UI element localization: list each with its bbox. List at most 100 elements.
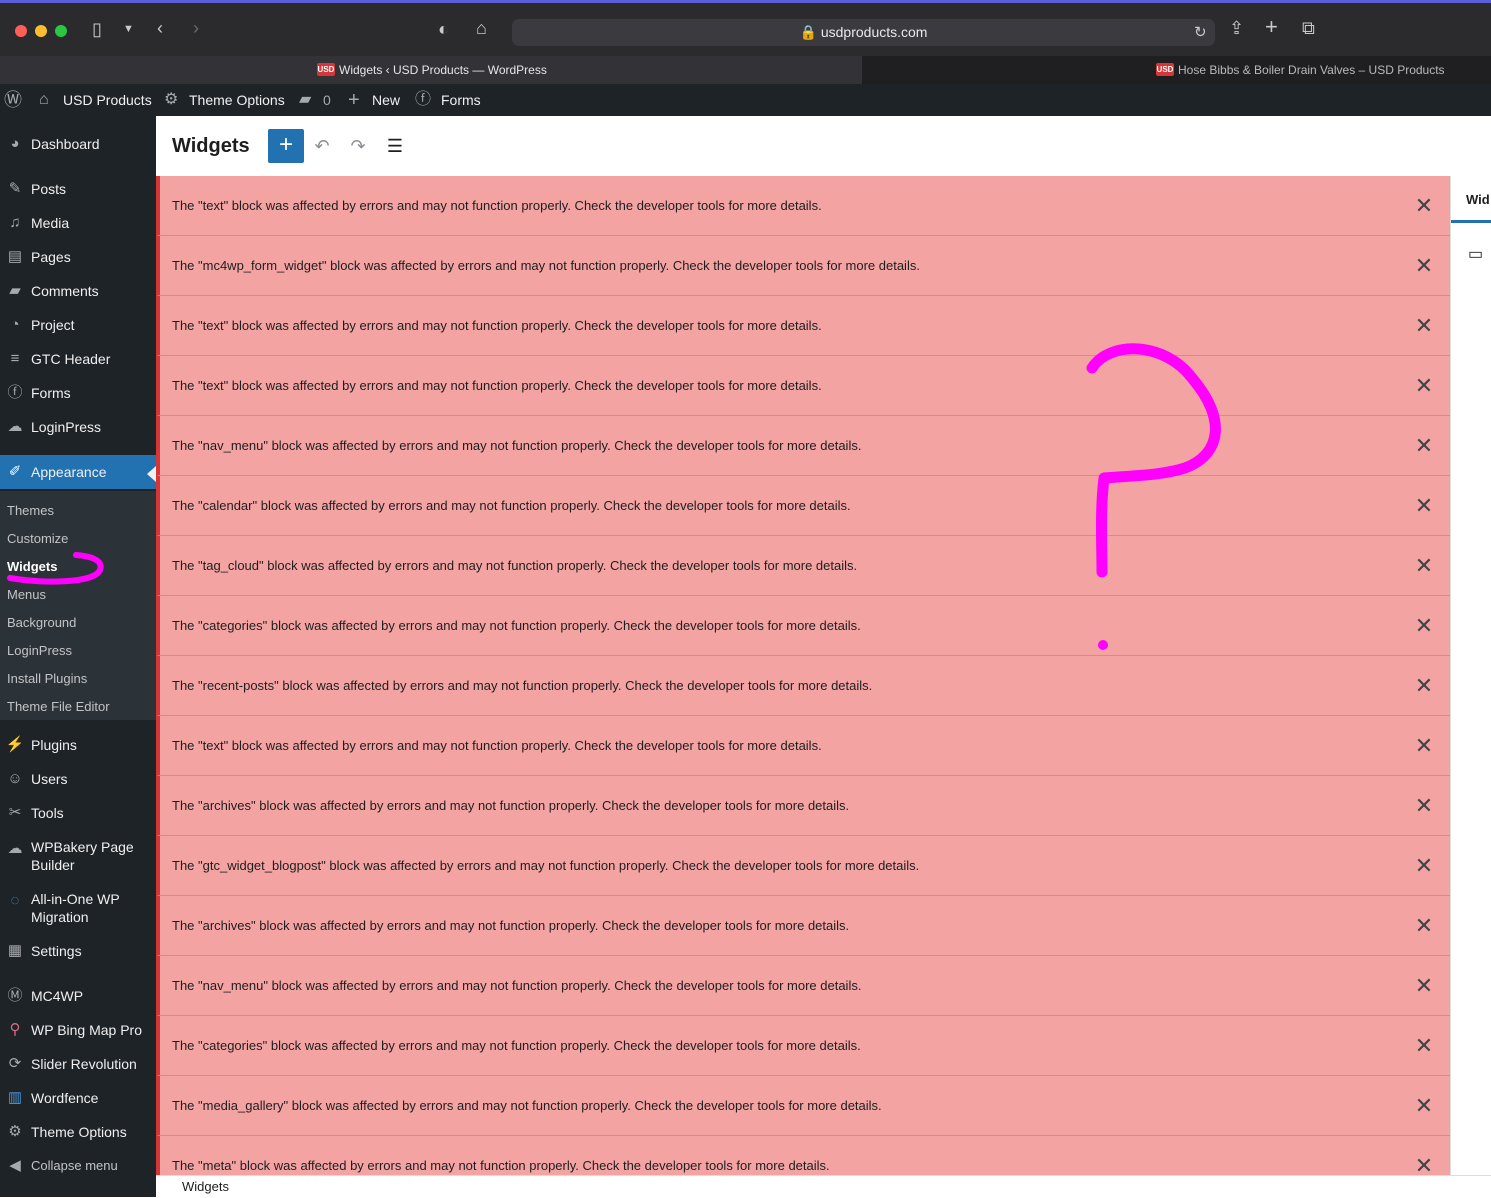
sidebar-item-label: Comments bbox=[31, 283, 99, 299]
close-icon[interactable]: ✕ bbox=[1412, 776, 1436, 835]
home-icon[interactable]: ⌂ bbox=[476, 18, 487, 38]
plus-icon[interactable]: + bbox=[1265, 16, 1278, 38]
close-icon[interactable]: ✕ bbox=[1412, 1076, 1436, 1135]
submenu-item-menus[interactable]: Menus bbox=[7, 581, 46, 609]
undo-icon[interactable]: ↶ bbox=[310, 129, 334, 163]
sidebar-item-label: WPBakery Page bbox=[31, 839, 134, 855]
sidebar-item-label: Media bbox=[31, 215, 70, 231]
close-icon[interactable]: ✕ bbox=[1412, 416, 1436, 475]
close-icon[interactable]: ✕ bbox=[1412, 596, 1436, 655]
share-icon[interactable]: ⇪ bbox=[1229, 18, 1244, 38]
sidebar-item-project[interactable]: ◔ Project bbox=[0, 308, 156, 342]
redo-icon[interactable]: ↷ bbox=[346, 129, 370, 163]
sidebar-item-mc4wp[interactable]: Ⓜ MC4WP bbox=[0, 979, 156, 1013]
tab-title: Widgets ‹ USD Products — WordPress bbox=[339, 63, 547, 77]
error-notice: The "text" block was affected by errors … bbox=[156, 356, 1450, 416]
sidebar-item-label: Builder bbox=[31, 857, 75, 873]
sidebar-item-users[interactable]: ☺ Users bbox=[0, 762, 156, 796]
close-window-button[interactable] bbox=[15, 25, 27, 37]
tab-widget-areas[interactable]: Wid bbox=[1466, 192, 1490, 207]
sidebar-item-wp-bing-map-pro[interactable]: ⚲ WP Bing Map Pro bbox=[0, 1013, 156, 1047]
sidebar-item-pages[interactable]: ▤ Pages bbox=[0, 240, 156, 274]
close-icon[interactable]: ✕ bbox=[1412, 296, 1436, 355]
sidebar-item-label: Pages bbox=[31, 249, 71, 265]
error-notice: The "text" block was affected by errors … bbox=[156, 176, 1450, 236]
sidebar-item-label: Users bbox=[31, 771, 68, 787]
migration-icon: ◌ bbox=[10, 892, 20, 909]
close-icon[interactable]: ✕ bbox=[1412, 836, 1436, 895]
active-tab-indicator bbox=[1451, 220, 1491, 223]
submenu-item-install-plugins[interactable]: Install Plugins bbox=[7, 665, 87, 693]
sidebar-item-slider-revolution[interactable]: ⟳ Slider Revolution bbox=[0, 1047, 156, 1081]
plus-icon: + bbox=[348, 89, 360, 111]
list-view-icon[interactable]: ☰ bbox=[383, 129, 407, 163]
sidebar-item-label: Dashboard bbox=[31, 136, 100, 152]
close-icon[interactable]: ✕ bbox=[1412, 236, 1436, 295]
sidebar-item-theme-options[interactable]: ⚙ Theme Options bbox=[0, 1115, 156, 1149]
submenu-item-themes[interactable]: Themes bbox=[7, 497, 54, 525]
close-icon[interactable]: ✕ bbox=[1412, 1136, 1436, 1175]
sidebar-item-wordfence[interactable]: ▥ Wordfence bbox=[0, 1081, 156, 1115]
close-icon[interactable]: ✕ bbox=[1412, 896, 1436, 955]
reload-icon[interactable]: ↻ bbox=[1194, 23, 1207, 43]
close-icon[interactable]: ✕ bbox=[1412, 716, 1436, 775]
sidebar-item-settings[interactable]: ▦ Settings bbox=[0, 934, 156, 968]
close-icon[interactable]: ✕ bbox=[1412, 176, 1436, 235]
sidebar-item-plugins[interactable]: ⚡ Plugins bbox=[0, 728, 156, 762]
sidebar-item-appearance[interactable]: ✐ Appearance bbox=[0, 455, 156, 489]
sidebar-item-posts[interactable]: ✎ Posts bbox=[0, 172, 156, 206]
close-icon[interactable]: ✕ bbox=[1412, 956, 1436, 1015]
current-menu-arrow bbox=[147, 466, 156, 482]
forms-icon: ⓕ bbox=[7, 384, 23, 401]
user-icon: ☺ bbox=[7, 770, 23, 787]
tab-hose-bibbs[interactable]: USD Hose Bibbs & Boiler Drain Valves – U… bbox=[863, 56, 1491, 84]
sidebar-item-loginpress[interactable]: ☁ LoginPress bbox=[0, 410, 156, 444]
sidebar-item-label: Appearance bbox=[31, 464, 107, 480]
sidebar-icon[interactable]: ▯ bbox=[92, 19, 102, 39]
notice-text: The "nav_menu" block was affected by err… bbox=[172, 438, 862, 453]
back-icon[interactable]: ‹ bbox=[157, 18, 163, 38]
shield-icon[interactable]: ◐ bbox=[438, 19, 449, 39]
sidebar-item-wpbakery[interactable]: ☁ WPBakery Page Builder bbox=[0, 838, 156, 878]
notice-text: The "meta" block was affected by errors … bbox=[172, 1158, 830, 1173]
close-icon[interactable]: ✕ bbox=[1412, 656, 1436, 715]
sidebar-item-tools[interactable]: ✂ Tools bbox=[0, 796, 156, 830]
address-bar[interactable]: 🔒 usdproducts.com ↻ bbox=[512, 19, 1215, 46]
sidebar-item-media[interactable]: ♫ Media bbox=[0, 206, 156, 240]
submenu-item-loginpress[interactable]: LoginPress bbox=[7, 637, 72, 665]
tabs-icon[interactable]: ⧉ bbox=[1302, 18, 1315, 38]
close-icon[interactable]: ✕ bbox=[1412, 476, 1436, 535]
error-notice: The "archives" block was affected by err… bbox=[156, 896, 1450, 956]
sidebar-item-label: Migration bbox=[31, 909, 89, 925]
submenu-item-background[interactable]: Background bbox=[7, 609, 76, 637]
breadcrumb[interactable]: Widgets bbox=[182, 1176, 229, 1198]
new-content-link[interactable]: New bbox=[372, 84, 400, 116]
submenu-item-customize[interactable]: Customize bbox=[7, 525, 68, 553]
add-block-button[interactable]: + bbox=[268, 129, 304, 163]
collapse-menu-button[interactable]: ◀ Collapse menu bbox=[0, 1149, 156, 1183]
chevron-down-icon[interactable]: ▼ bbox=[123, 19, 134, 39]
site-name-link[interactable]: USD Products bbox=[63, 84, 152, 116]
close-icon[interactable]: ✕ bbox=[1412, 536, 1436, 595]
gear-icon: ⚙ bbox=[8, 1123, 22, 1140]
error-notice: The "gtc_widget_blogpost" block was affe… bbox=[156, 836, 1450, 896]
tab-widgets[interactable]: USD Widgets ‹ USD Products — WordPress bbox=[0, 56, 862, 84]
minimize-window-button[interactable] bbox=[35, 25, 47, 37]
sidebar-item-comments[interactable]: ▰ Comments bbox=[0, 274, 156, 308]
sidebar-item-forms[interactable]: ⓕ Forms bbox=[0, 376, 156, 410]
submenu-item-theme-file-editor[interactable]: Theme File Editor bbox=[7, 693, 110, 721]
close-icon[interactable]: ✕ bbox=[1412, 356, 1436, 415]
submenu-item-widgets[interactable]: Widgets bbox=[7, 553, 57, 581]
close-icon[interactable]: ✕ bbox=[1412, 1016, 1436, 1075]
sidebar-item-all-in-one-migration[interactable]: ◌ All-in-One WP Migration bbox=[0, 890, 156, 930]
error-notice: The "tag_cloud" block was affected by er… bbox=[156, 536, 1450, 596]
theme-options-link[interactable]: Theme Options bbox=[189, 84, 285, 116]
sidebar-item-dashboard[interactable]: ◕ Dashboard bbox=[0, 127, 156, 161]
forms-link[interactable]: Forms bbox=[441, 84, 481, 116]
sidebar-item-gtc-header[interactable]: ≡ GTC Header bbox=[0, 342, 156, 376]
sidebar-item-label: WP Bing Map Pro bbox=[31, 1022, 143, 1038]
wordpress-logo-icon[interactable]: Ⓦ bbox=[4, 84, 22, 116]
comments-count[interactable]: 0 bbox=[323, 84, 331, 116]
forward-icon[interactable]: › bbox=[193, 18, 199, 38]
zoom-window-button[interactable] bbox=[55, 25, 67, 37]
